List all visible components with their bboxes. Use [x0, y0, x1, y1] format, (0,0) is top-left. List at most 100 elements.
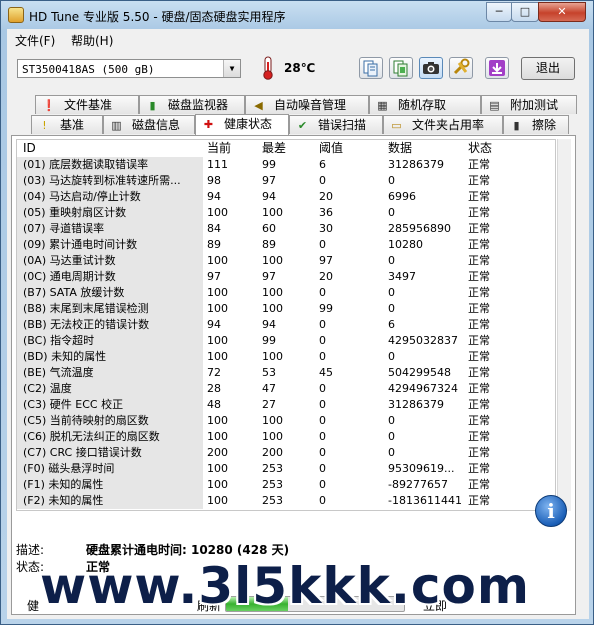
table-row[interactable]: (04) 马达启动/停止计数 94 94 20 6996 正常	[17, 189, 555, 205]
cell-cur: 100	[207, 254, 228, 267]
table-row[interactable]: (03) 马达旋转到标准转速所需... 98 97 0 0 正常	[17, 173, 555, 189]
cell-cur: 100	[207, 462, 228, 475]
table-row[interactable]: (09) 累计通电时间计数 89 89 0 10280 正常	[17, 237, 555, 253]
cell-status: 正常	[468, 366, 490, 379]
cell-data: 10280	[388, 238, 423, 251]
cell-id: (07) 寻道错误率	[17, 221, 203, 237]
chevron-down-icon[interactable]: ▼	[223, 60, 240, 77]
tab-bottom-1[interactable]: ▥ 磁盘信息	[103, 115, 195, 134]
cell-data: 4294967324	[388, 382, 458, 395]
exit-button[interactable]: 退出	[521, 57, 575, 80]
tab-bottom-5[interactable]: ▮ 擦除	[503, 115, 569, 134]
table-row[interactable]: (0A) 马达重试计数 100 100 97 0 正常	[17, 253, 555, 269]
cell-worst: 100	[262, 206, 283, 219]
cell-cur: 100	[207, 302, 228, 315]
cell-thr: 0	[319, 478, 326, 491]
bottom-left-label: 健	[27, 599, 40, 613]
cell-cur: 72	[207, 366, 221, 379]
cell-data: 6	[388, 318, 395, 331]
close-button[interactable]: ✕	[538, 2, 586, 22]
watermark: www.3l5kkk.com	[40, 557, 530, 615]
screenshot-button[interactable]	[419, 57, 443, 79]
table-row[interactable]: (F1) 未知的属性 100 253 0 -89277657 正常	[17, 477, 555, 493]
table-row[interactable]: (BD) 未知的属性 100 100 0 0 正常	[17, 349, 555, 365]
table-row[interactable]: (B7) SATA 放缓计数 100 100 0 0 正常	[17, 285, 555, 301]
tab-top-1[interactable]: ▮ 磁盘监视器	[139, 95, 245, 114]
drive-select[interactable]: ST3500418AS (500 gB) ▼	[17, 59, 241, 78]
minimize-button[interactable]: ─	[486, 2, 512, 22]
tab-label: 基准	[60, 118, 85, 132]
table-row[interactable]: (05) 重映射扇区计数 100 100 36 0 正常	[17, 205, 555, 221]
table-row[interactable]: (BB) 无法校正的错误计数 94 94 0 6 正常	[17, 317, 555, 333]
cell-cur: 97	[207, 270, 221, 283]
cell-cur: 98	[207, 174, 221, 187]
cell-id: (03) 马达旋转到标准转速所需...	[17, 173, 203, 189]
table-row[interactable]: (C5) 当前待映射的扇区数 100 100 0 0 正常	[17, 413, 555, 429]
cell-id: (05) 重映射扇区计数	[17, 205, 203, 221]
col-header-worst[interactable]: 最差	[262, 140, 286, 156]
menu-help[interactable]: 帮助(H)	[71, 32, 113, 49]
tab-top-3[interactable]: ▦ 随机存取	[369, 95, 481, 114]
col-header-threshold[interactable]: 阈值	[319, 140, 343, 156]
col-header-data[interactable]: 数据	[388, 140, 412, 156]
temperature-value: 28℃	[284, 61, 316, 75]
cell-id: (F0) 磁头悬浮时间	[17, 461, 203, 477]
tab-icon: ▤	[489, 99, 500, 112]
cell-status: 正常	[468, 430, 490, 443]
cell-worst: 100	[262, 254, 283, 267]
table-row[interactable]: (0C) 通电周期计数 97 97 20 3497 正常	[17, 269, 555, 285]
options-button[interactable]	[449, 57, 473, 79]
cell-data: 95309619...	[388, 462, 455, 475]
tab-bottom-4[interactable]: ▭ 文件夹占用率	[383, 115, 503, 134]
col-header-id[interactable]: ID	[23, 140, 36, 156]
vertical-scrollbar[interactable]	[557, 139, 571, 511]
cell-cur: 94	[207, 190, 221, 203]
info-icon[interactable]: i	[535, 495, 567, 527]
cell-thr: 36	[319, 206, 333, 219]
table-row[interactable]: (C7) CRC 接口错误计数 200 200 0 0 正常	[17, 445, 555, 461]
table-row[interactable]: (C6) 脱机无法纠正的扇区数 100 100 0 0 正常	[17, 429, 555, 445]
cell-data: 0	[388, 446, 395, 459]
table-row[interactable]: (F2) 未知的属性 100 253 0 -1813611441 正常	[17, 493, 555, 509]
cell-cur: 84	[207, 222, 221, 235]
table-row[interactable]: (BC) 指令超时 100 99 0 4295032837 正常	[17, 333, 555, 349]
cell-status: 正常	[468, 286, 490, 299]
cell-id: (BB) 无法校正的错误计数	[17, 317, 203, 333]
menu-file[interactable]: 文件(F)	[15, 32, 55, 49]
table-row[interactable]: (B8) 末尾到末尾错误检测 100 100 99 0 正常	[17, 301, 555, 317]
tab-bottom-0[interactable]: ! 基准	[31, 115, 103, 134]
cell-id: (BE) 气流温度	[17, 365, 203, 381]
table-row[interactable]: (01) 底层数据读取错误率 111 99 6 31286379 正常	[17, 157, 555, 173]
cell-id: (0C) 通电周期计数	[17, 269, 203, 285]
copy-text-button[interactable]	[359, 57, 383, 79]
cell-id: (01) 底层数据读取错误率	[17, 157, 203, 173]
cell-cur: 100	[207, 286, 228, 299]
cell-status: 正常	[468, 254, 490, 267]
tab-bottom-3[interactable]: ✔ 错误扫描	[289, 115, 383, 134]
table-row[interactable]: (C2) 温度 28 47 0 4294967324 正常	[17, 381, 555, 397]
table-row[interactable]: (F0) 磁头悬浮时间 100 253 0 95309619... 正常	[17, 461, 555, 477]
table-row[interactable]: (07) 寻道错误率 84 60 30 285956890 正常	[17, 221, 555, 237]
col-header-status[interactable]: 状态	[468, 140, 492, 156]
tab-top-0[interactable]: ❗ 文件基准	[35, 95, 139, 114]
cell-cur: 28	[207, 382, 221, 395]
copy-screen-button[interactable]	[389, 57, 413, 79]
cell-status: 正常	[468, 350, 490, 363]
col-header-current[interactable]: 当前	[207, 140, 231, 156]
tab-label: 擦除	[532, 118, 557, 132]
tab-bottom-2[interactable]: ✚ 健康状态	[195, 114, 289, 135]
cell-data: 6996	[388, 190, 416, 203]
cell-cur: 94	[207, 318, 221, 331]
table-row[interactable]: (C3) 硬件 ECC 校正 48 27 0 31286379 正常	[17, 397, 555, 413]
save-button[interactable]	[485, 57, 509, 79]
cell-cur: 200	[207, 446, 228, 459]
cell-id: (09) 累计通电时间计数	[17, 237, 203, 253]
maximize-button[interactable]: □	[511, 2, 539, 22]
camera-icon	[423, 62, 439, 74]
tab-top-4[interactable]: ▤ 附加测试	[481, 95, 577, 114]
cell-thr: 30	[319, 222, 333, 235]
table-row[interactable]: (BE) 气流温度 72 53 45 504299548 正常	[17, 365, 555, 381]
cell-id: (BD) 未知的属性	[17, 349, 203, 365]
tab-top-2[interactable]: ◀ 自动噪音管理	[245, 95, 369, 114]
cell-data: 504299548	[388, 366, 451, 379]
